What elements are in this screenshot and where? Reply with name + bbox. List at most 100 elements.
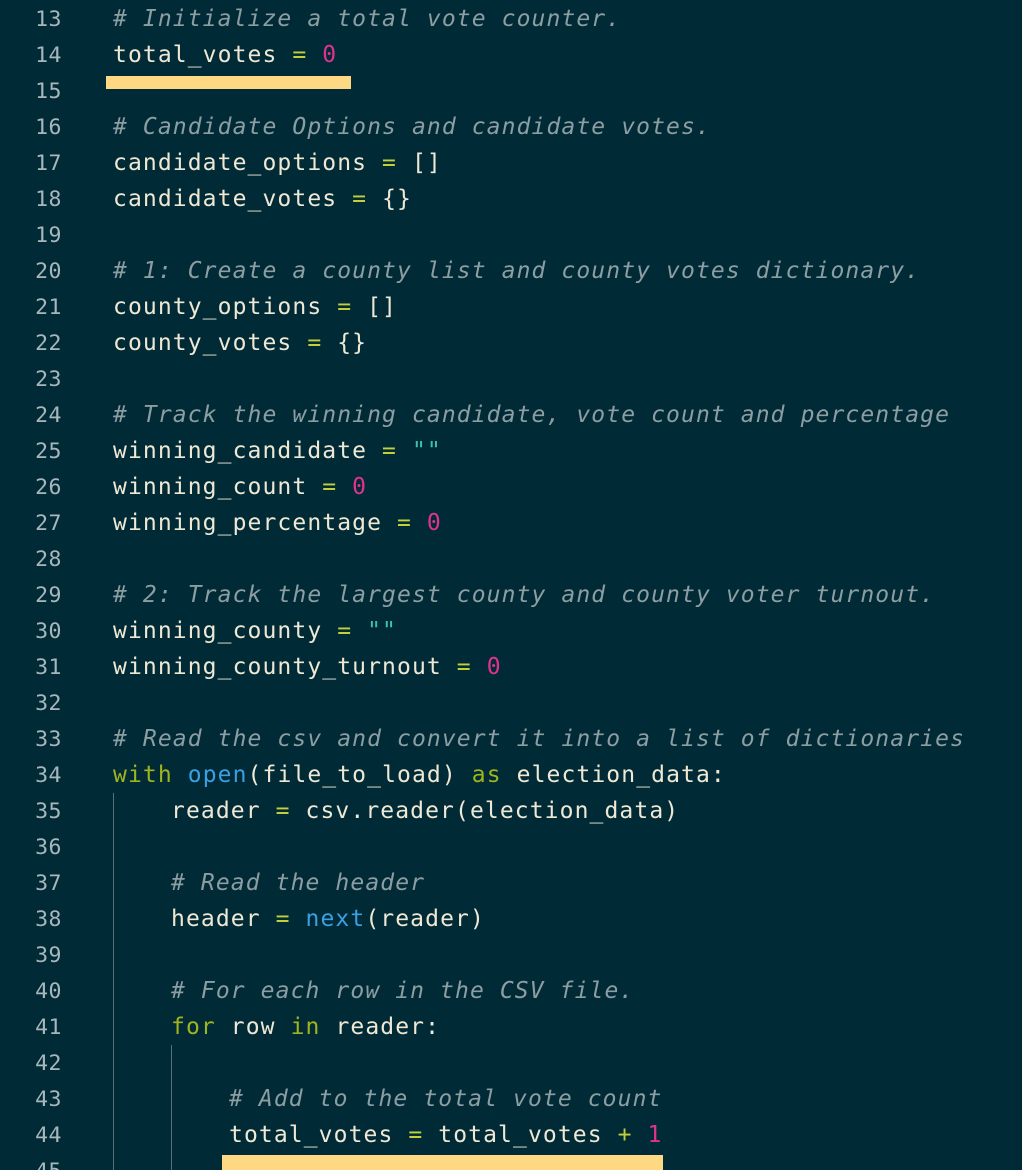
code-token: with	[113, 762, 173, 788]
indent-guide	[113, 793, 114, 1170]
line-number: 26	[35, 474, 62, 500]
code-token: total_votes	[229, 1122, 394, 1148]
highlight-underline	[106, 76, 351, 89]
code-line[interactable]: 44 total_votes = total_votes + 1	[0, 1117, 1022, 1153]
code-line[interactable]: 16 # Candidate Options and candidate vote…	[0, 109, 1022, 145]
code-text: total_votes = 0	[113, 37, 337, 73]
code-text: with open(file_to_load) as election_data…	[113, 757, 726, 793]
code-line[interactable]: 14 total_votes = 0	[0, 37, 1022, 73]
code-token: reader	[171, 798, 261, 824]
code-line[interactable]: 43 # Add to the total vote count	[0, 1081, 1022, 1117]
code-token: {}	[337, 330, 368, 356]
code-token: ""	[367, 618, 398, 644]
line-number: 30	[35, 618, 62, 644]
line-number: 24	[35, 402, 62, 428]
line-number: 33	[35, 726, 62, 752]
code-text: header = next(reader)	[171, 901, 485, 937]
code-line[interactable]: 20 # 1: Create a county list and county v…	[0, 253, 1022, 289]
code-line[interactable]: 36	[0, 829, 1022, 865]
line-number: 13	[35, 6, 62, 32]
code-token: candidate_votes	[113, 186, 338, 212]
line-number: 19	[35, 222, 62, 248]
code-token: # Add to the total vote count	[229, 1086, 663, 1112]
code-line[interactable]: 32	[0, 685, 1022, 721]
code-line[interactable]: 25 winning_candidate = ""	[0, 433, 1022, 469]
code-token: # Initialize a total vote counter.	[113, 6, 622, 32]
line-number: 36	[35, 834, 62, 860]
code-token: winning_percentage	[113, 510, 383, 536]
line-number: 16	[35, 114, 62, 140]
code-text: winning_county_turnout = 0	[113, 649, 502, 685]
code-token: ""	[411, 438, 442, 464]
code-line[interactable]: 18 candidate_votes = {}	[0, 181, 1022, 217]
code-line[interactable]: 29 # 2: Track the largest county and coun…	[0, 577, 1022, 613]
code-token: candidate_options	[113, 150, 368, 176]
code-line[interactable]: 22 county_votes = {}	[0, 325, 1022, 361]
code-token: in	[290, 1014, 321, 1040]
code-line[interactable]: 41 for row in reader:	[0, 1009, 1022, 1045]
line-number: 37	[35, 870, 62, 896]
code-line[interactable]: 38 header = next(reader)	[0, 901, 1022, 937]
code-line[interactable]: 39	[0, 937, 1022, 973]
code-line[interactable]: 35 reader = csv.reader(election_data)	[0, 793, 1022, 829]
code-editor[interactable]: 13 # Initialize a total vote counter. 14 to…	[0, 0, 1022, 1170]
code-text: # 1: Create a county list and county vot…	[113, 253, 920, 289]
code-token: winning_count	[113, 474, 308, 500]
code-token: =	[322, 618, 368, 644]
code-token: reader:	[320, 1014, 441, 1040]
code-token: # Read the header	[171, 870, 426, 896]
code-line[interactable]: 17 candidate_options = []	[0, 145, 1022, 181]
code-token: {}	[382, 186, 412, 212]
code-line[interactable]: 34 with open(file_to_load) as election_da…	[0, 757, 1022, 793]
code-line[interactable]: 28	[0, 541, 1022, 577]
code-token: winning_candidate	[113, 438, 368, 464]
line-number: 40	[35, 978, 62, 1004]
code-line[interactable]: 40 # For each row in the CSV file.	[0, 973, 1022, 1009]
highlight-underline	[222, 1155, 663, 1170]
line-number: 44	[35, 1122, 62, 1148]
line-number: 39	[35, 942, 62, 968]
code-line[interactable]: 33 # Read the csv and convert it into a l…	[0, 721, 1022, 757]
code-line[interactable]: 21 county_options = []	[0, 289, 1022, 325]
code-text: county_options = []	[113, 289, 397, 325]
code-line[interactable]: 23	[0, 361, 1022, 397]
line-number: 27	[35, 510, 62, 536]
code-line[interactable]: 13 # Initialize a total vote counter.	[0, 1, 1022, 37]
code-token: 0	[322, 42, 338, 68]
code-token: =	[277, 42, 323, 68]
code-line[interactable]: 31 winning_county_turnout = 0	[0, 649, 1022, 685]
code-line[interactable]: 26 winning_count = 0	[0, 469, 1022, 505]
code-token: =	[382, 510, 427, 536]
code-line[interactable]: 37 # Read the header	[0, 865, 1022, 901]
code-token: (reader)	[365, 906, 485, 932]
code-token: # Read the csv and convert it into a lis…	[113, 726, 965, 752]
code-token: []	[367, 294, 398, 320]
line-number: 29	[35, 582, 62, 608]
line-number: 43	[35, 1086, 62, 1112]
code-token: =	[292, 330, 338, 356]
code-line[interactable]: 24 # Track the winning candidate, vote co…	[0, 397, 1022, 433]
code-token: =	[367, 150, 412, 176]
line-number: 17	[35, 150, 62, 176]
code-token: =	[307, 474, 353, 500]
line-number: 14	[35, 42, 62, 68]
code-text: candidate_options = []	[113, 145, 442, 181]
code-token: =	[393, 1122, 439, 1148]
line-number: 20	[35, 258, 62, 284]
code-token: next	[305, 906, 366, 932]
line-number: 15	[35, 78, 62, 104]
code-token: winning_county_turnout	[113, 654, 442, 680]
code-line[interactable]: 42	[0, 1045, 1022, 1081]
code-token: # Track the winning candidate, vote coun…	[113, 402, 951, 428]
line-number: 22	[35, 330, 62, 356]
code-line[interactable]: 30 winning_county = ""	[0, 613, 1022, 649]
code-line[interactable]: 19	[0, 217, 1022, 253]
code-line[interactable]: 27 winning_percentage = 0	[0, 505, 1022, 541]
code-token: []	[411, 150, 442, 176]
line-number: 32	[35, 690, 62, 716]
code-token: # Candidate Options and candidate votes.	[113, 114, 711, 140]
code-token: 0	[426, 510, 442, 536]
code-text: # For each row in the CSV file.	[171, 973, 634, 1009]
code-token: 1	[647, 1122, 663, 1148]
